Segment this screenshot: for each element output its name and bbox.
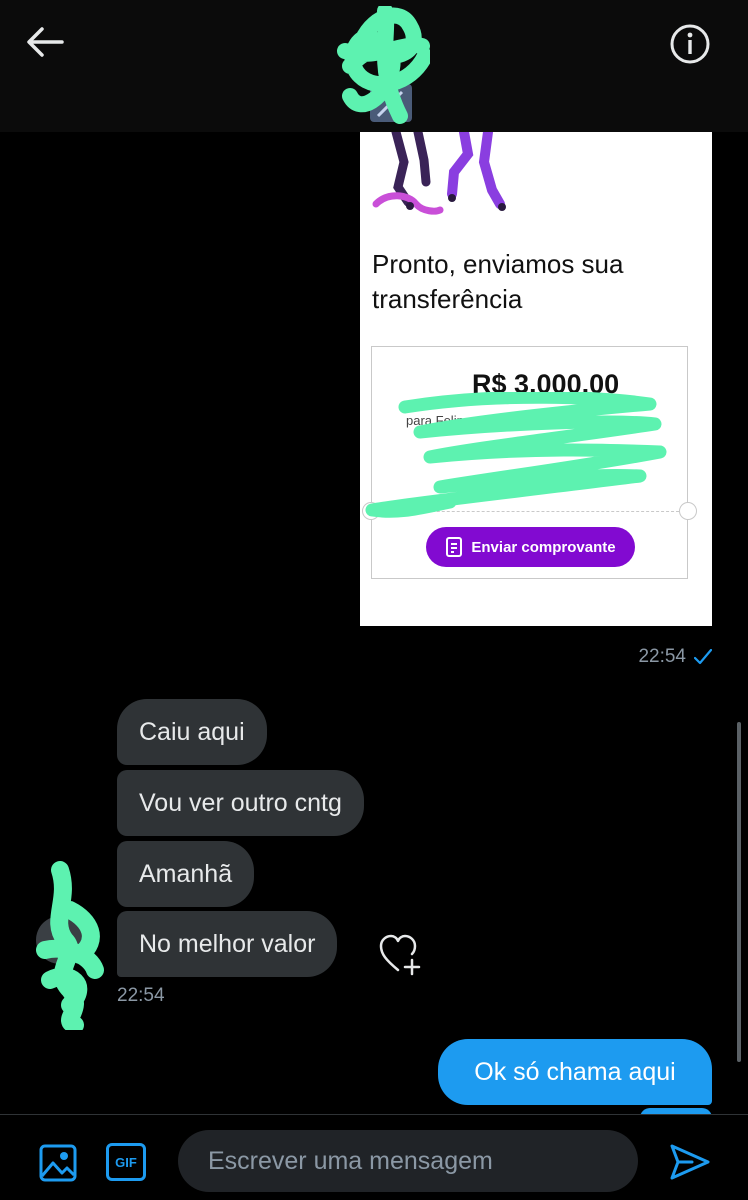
info-icon[interactable] (668, 22, 712, 66)
send-receipt-button[interactable]: Enviar comprovante (426, 527, 635, 567)
gif-button[interactable]: GIF (106, 1143, 146, 1181)
received-message[interactable]: Caiu aqui (117, 699, 267, 765)
dancing-people-illustration (372, 132, 506, 215)
received-message[interactable]: Amanhã (117, 841, 255, 907)
received-message[interactable]: No melhor valor (117, 911, 338, 977)
scrollbar[interactable] (737, 722, 741, 1062)
back-arrow-icon[interactable] (22, 24, 66, 60)
redaction-scribble (365, 392, 667, 518)
sent-timestamp: 22:54 (638, 646, 712, 668)
message-input[interactable] (178, 1130, 638, 1192)
avatar[interactable] (30, 860, 120, 1030)
receipt-title: Pronto, enviamos sua transferência (372, 249, 624, 314)
received-timestamp: 22:54 (117, 985, 165, 1006)
read-check-icon (694, 649, 712, 665)
received-message[interactable]: Vou ver outro cntg (117, 770, 364, 836)
receipt-icon (446, 537, 463, 557)
conversation-header (0, 0, 748, 132)
sent-image-message[interactable]: Pronto, enviamos sua transferência R$ 3,… (360, 132, 712, 626)
send-receipt-label: Enviar comprovante (471, 538, 616, 556)
sent-time-text: 22:54 (638, 646, 686, 667)
image-icon[interactable] (38, 1143, 78, 1183)
compose-bar: GIF (0, 1114, 748, 1200)
send-icon[interactable] (668, 1142, 712, 1182)
avatar[interactable] (330, 6, 430, 126)
sent-message[interactable]: Ok só chama aqui (438, 1039, 712, 1105)
heart-plus-icon[interactable] (378, 932, 424, 978)
